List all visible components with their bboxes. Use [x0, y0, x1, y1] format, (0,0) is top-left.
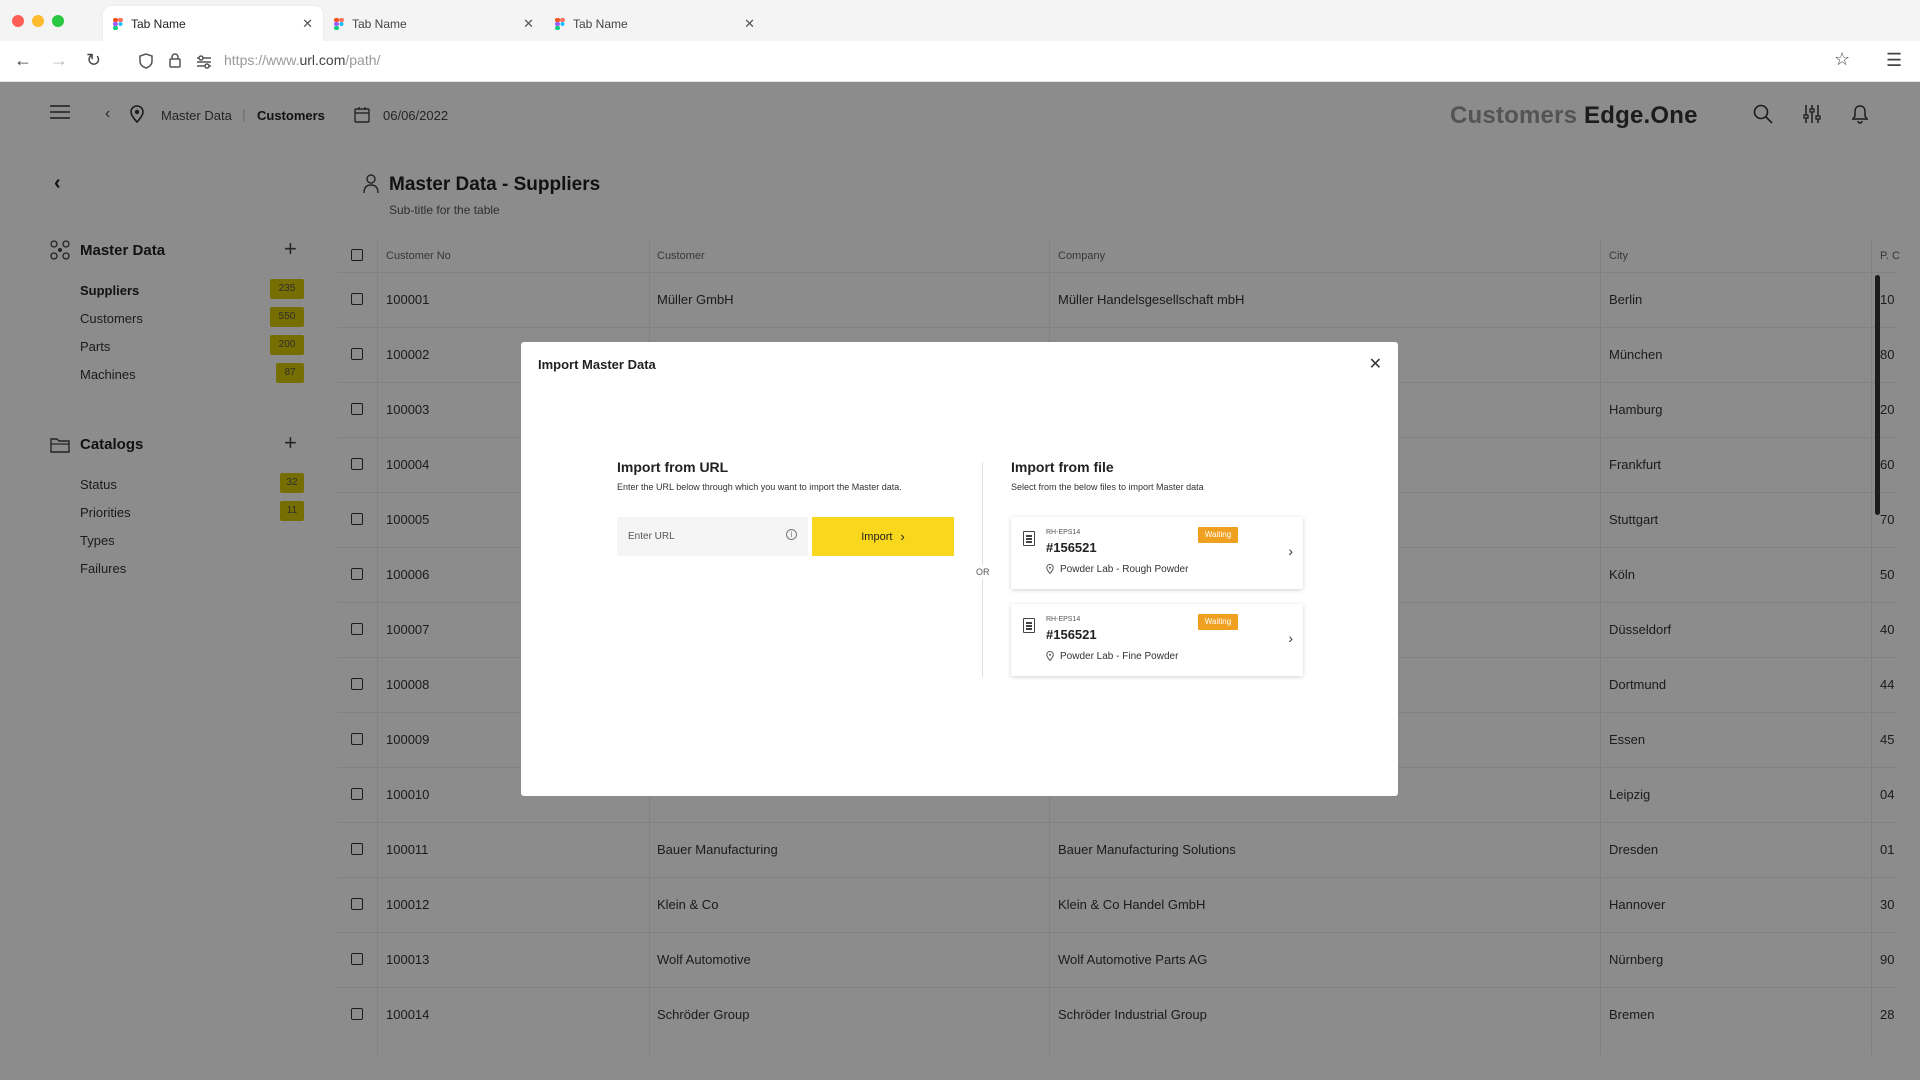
dialog-title: Import Master Data: [538, 357, 656, 372]
info-icon[interactable]: i: [786, 529, 797, 540]
url-prefix: https://www.: [224, 52, 300, 68]
browser-tab-2[interactable]: Tab Name ✕: [324, 6, 544, 41]
or-label: OR: [976, 565, 990, 579]
browser-menu-icon[interactable]: ☰: [1886, 50, 1902, 71]
tab-close-icon[interactable]: ✕: [744, 16, 755, 32]
import-url-title: Import from URL: [617, 459, 729, 475]
document-icon: [1023, 531, 1035, 546]
forward-arrow-icon[interactable]: →: [50, 50, 68, 71]
import-file-description: Select from the below files to import Ma…: [1011, 482, 1204, 492]
bookmark-star-icon[interactable]: ☆: [1834, 49, 1850, 70]
file-location: Powder Lab - Fine Powder: [1060, 651, 1179, 662]
status-badge: Waiting: [1198, 614, 1238, 630]
file-code: RH-EPS14: [1046, 616, 1081, 623]
reload-icon[interactable]: ↻: [86, 50, 101, 71]
import-master-data-dialog: Import Master Data ✕ Import from URL Ent…: [521, 342, 1398, 796]
lock-icon[interactable]: [168, 52, 182, 73]
file-card[interactable]: RH-EPS14 #156521 Waiting Powder Lab - Fi…: [1011, 604, 1303, 676]
location-pin-icon: [1046, 650, 1054, 664]
tab-close-icon[interactable]: ✕: [523, 16, 534, 32]
window-maximize-dot[interactable]: [52, 15, 64, 27]
tab-title: Tab Name: [352, 16, 407, 31]
browser-tab-3[interactable]: Tab Name ✕: [545, 6, 765, 41]
url-domain: url.com: [299, 52, 346, 68]
import-button-label: Import: [861, 530, 893, 543]
file-location: Powder Lab - Rough Powder: [1060, 564, 1189, 575]
location-pin-icon: [1046, 563, 1054, 577]
tab-close-icon[interactable]: ✕: [302, 16, 313, 32]
chevron-right-icon: ›: [1288, 630, 1293, 646]
figma-favicon-icon: [113, 17, 123, 30]
browser-tab-1[interactable]: Tab Name ✕: [103, 6, 323, 41]
chevron-right-icon: ›: [1288, 543, 1293, 559]
file-code: RH-EPS14: [1046, 529, 1081, 536]
document-icon: [1023, 618, 1035, 633]
import-file-title: Import from file: [1011, 459, 1114, 475]
shield-icon[interactable]: [139, 53, 153, 72]
url-input[interactable]: [617, 517, 808, 556]
url-path: /path/: [345, 52, 381, 68]
file-number: #156521: [1046, 540, 1097, 555]
file-card[interactable]: RH-EPS14 #156521 Waiting Powder Lab - Ro…: [1011, 517, 1303, 589]
tab-title: Tab Name: [573, 16, 628, 31]
window-close-dot[interactable]: [12, 15, 24, 27]
figma-favicon-icon: [555, 17, 565, 30]
browser-tab-bar: Tab Name ✕ Tab Name ✕ Tab Name ✕: [0, 0, 1920, 41]
figma-favicon-icon: [334, 17, 344, 30]
url-text[interactable]: https://www.url.com/path/: [224, 52, 380, 68]
chevron-right-icon: ›: [900, 529, 905, 544]
window-minimize-dot[interactable]: [32, 15, 44, 27]
import-url-description: Enter the URL below through which you wa…: [617, 482, 902, 492]
import-button[interactable]: Import ›: [812, 517, 954, 556]
site-settings-icon[interactable]: [196, 53, 212, 74]
file-number: #156521: [1046, 627, 1097, 642]
close-icon[interactable]: ✕: [1369, 354, 1382, 374]
tab-title: Tab Name: [131, 16, 186, 31]
back-arrow-icon[interactable]: ←: [14, 50, 32, 71]
status-badge: Waiting: [1198, 527, 1238, 543]
